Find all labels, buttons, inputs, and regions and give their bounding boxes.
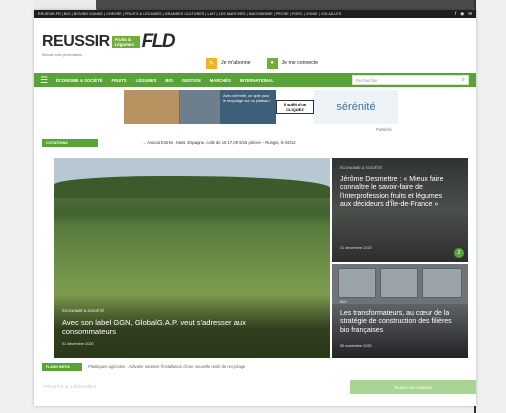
background-bottom <box>0 406 506 413</box>
menu-icon[interactable]: ☰ <box>40 75 56 85</box>
search-placeholder: Rechercher <box>356 77 378 83</box>
video-tile <box>422 268 462 298</box>
flash-text[interactable]: Plastiques agricoles : Adivalor soutient… <box>88 364 245 369</box>
hero-date: 01 décembre 2020 <box>62 342 94 346</box>
side1-date: 01 décembre 2020 <box>340 246 372 250</box>
video-tile <box>380 268 418 298</box>
side2-category: BIO <box>340 300 347 304</box>
network-links[interactable]: REUSSIR.FR | BIO | BOVINS VIANDE | CHÈVR… <box>38 12 455 16</box>
side1-category: ÉCONOMIE & SOCIÉTÉ <box>340 166 382 170</box>
background-left <box>0 0 34 413</box>
main-nav: ☰ ÉCONOMIE & SOCIÉTÉ FRUITS LÉGUMES BIO … <box>34 73 476 87</box>
ad-stamp-text: Il suffit d'un CLIQUEZ <box>276 100 314 114</box>
section-heading: FRUITS & LÉGUMES <box>44 384 97 389</box>
rss-icon[interactable]: ◉ <box>460 11 464 17</box>
nav-item-legumes[interactable]: LÉGUMES <box>136 78 157 83</box>
ad-banner[interactable]: Avec sérénité, on opte pour le recyclage… <box>124 90 398 124</box>
nav-item-bio[interactable]: BIO <box>165 78 172 83</box>
nav-item-gestion[interactable]: GESTION <box>182 78 201 83</box>
nav-item-international[interactable]: INTERNATIONAL <box>240 78 274 83</box>
side-article-1[interactable]: ÉCONOMIE & SOCIÉTÉ Jérôme Desmettre : « … <box>332 158 468 262</box>
nav-item-economie[interactable]: ÉCONOMIE & SOCIÉTÉ <box>56 78 103 83</box>
search-input[interactable]: Rechercher ⌕ <box>352 75 469 85</box>
quotes-text[interactable]: → Avocat Entrée, Hass, Espagne, colis de… <box>142 140 296 145</box>
login-link[interactable]: Je me connecte <box>282 60 319 66</box>
browser-viewport: REUSSIR.FR | BIO | BOVINS VIANDE | CHÈVR… <box>34 10 476 406</box>
mail-icon[interactable]: ✉ <box>468 11 472 17</box>
nav-item-fruits[interactable]: FRUITS <box>112 78 127 83</box>
hero-category: ÉCONOMIE & SOCIÉTÉ <box>62 309 104 313</box>
logo-tag: Fruits & Légumes <box>111 36 140 48</box>
quotes-ticker: COTATIONS → Avocat Entrée, Hass, Espagne… <box>34 138 476 148</box>
hero-article[interactable]: ÉCONOMIE & SOCIÉTÉ Avec son label GGN, G… <box>54 158 330 358</box>
site-logo[interactable]: REUSSIR Fruits & Légumes FLD <box>42 31 176 53</box>
flash-tag[interactable]: FLASH INFOS <box>42 363 82 371</box>
all-quotes-button[interactable]: Toutes nos cotations <box>350 380 476 394</box>
side1-title[interactable]: Jérôme Desmettre : « Mieux faire connaît… <box>340 176 450 210</box>
background-right <box>476 0 506 413</box>
logo-tagline: Réussir votre performance <box>42 53 82 57</box>
logo-word: REUSSIR <box>42 33 110 50</box>
social-icons: f ◉ ✉ <box>455 11 472 17</box>
user-icon[interactable]: ● <box>266 57 278 69</box>
section-row: FRUITS & LÉGUMES Toutes nos cotations <box>34 380 476 402</box>
ad-person-image <box>180 90 220 124</box>
ad-stamp: Il suffit d'un CLIQUEZ <box>276 90 314 124</box>
facebook-icon[interactable]: f <box>455 11 456 17</box>
nav-item-marches[interactable]: MARCHÉS <box>210 78 231 83</box>
subscribe-link[interactable]: Je m'abonne <box>221 60 251 66</box>
site-topbar: REUSSIR.FR | BIO | BOVINS VIANDE | CHÈVR… <box>34 10 476 18</box>
subscribe-icon[interactable]: ✎ <box>206 57 217 69</box>
video-tile <box>338 268 376 298</box>
account-links: ✎ Je m'abonne ● Je me connecte <box>206 57 334 69</box>
flash-infos: FLASH INFOS Plastiques agricoles : Adiva… <box>34 362 476 372</box>
ad-label: Publicité <box>376 127 392 132</box>
search-icon[interactable]: ⌕ <box>462 77 465 84</box>
side2-title[interactable]: Les transformateurs, au cœur de la strat… <box>340 310 462 335</box>
side2-date: 30 novembre 2020 <box>340 344 372 348</box>
hero-treeline <box>54 176 330 198</box>
hero-title[interactable]: Avec son label GGN, GlobalG.A.P. veut s'… <box>62 318 292 336</box>
logo-fd: FLD <box>141 31 176 52</box>
ad-brand: sérénité <box>314 90 398 124</box>
quotes-tag[interactable]: COTATIONS <box>42 139 98 147</box>
side-article-2[interactable]: BIO Les transformateurs, au cœur de la s… <box>332 264 468 358</box>
ad-message: Avec sérénité, on opte pour le recyclage… <box>220 90 276 124</box>
ad-crate-image <box>124 90 180 124</box>
comment-count-badge: 2 <box>454 248 464 258</box>
